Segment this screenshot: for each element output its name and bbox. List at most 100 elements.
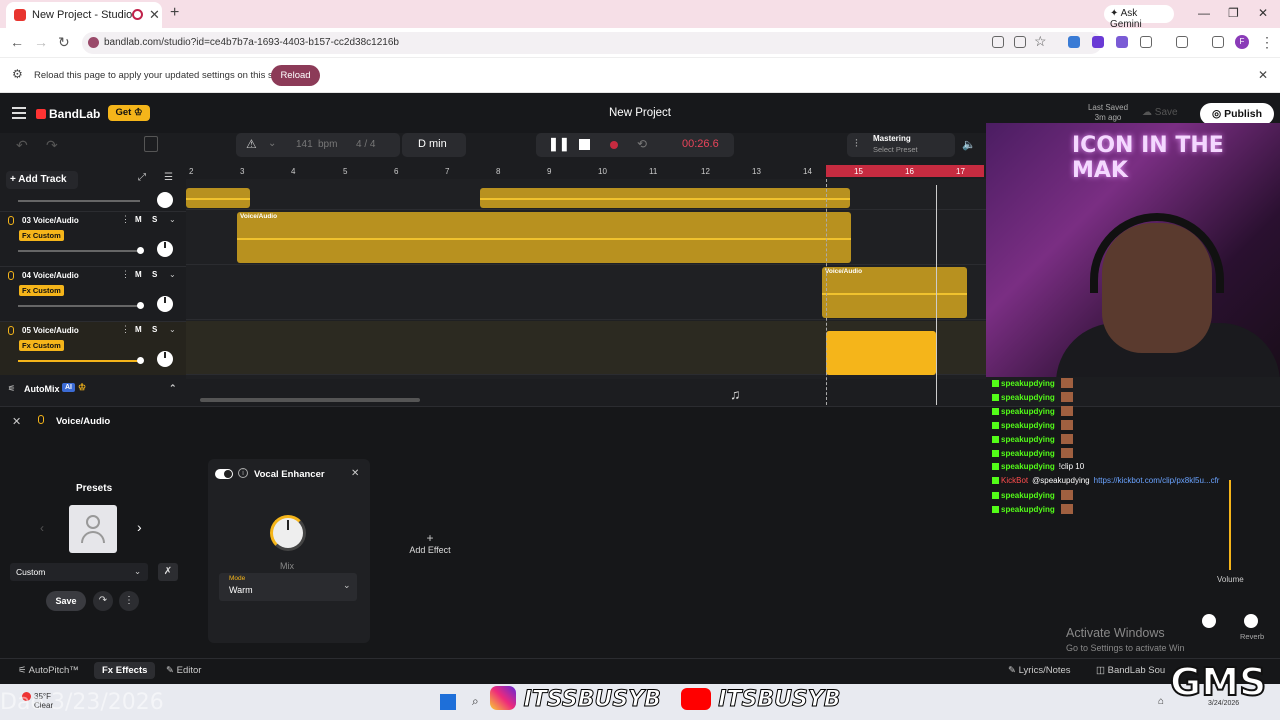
share-icon[interactable]: ↷ [93, 591, 113, 611]
track-name[interactable]: 04 Voice/Audio [22, 271, 79, 280]
extension-p-icon[interactable] [1092, 36, 1104, 48]
playhead[interactable] [936, 185, 937, 405]
hamburger-menu-icon[interactable] [12, 107, 26, 119]
loop-icon[interactable]: ⟲ [637, 137, 647, 151]
preset-select[interactable]: Custom ⌄ [10, 563, 148, 581]
save-preset-button[interactable]: Save [46, 591, 86, 611]
loop-region[interactable]: 15 16 17 [826, 165, 984, 177]
project-title[interactable]: New Project [580, 107, 700, 119]
add-music-icon[interactable]: ♫ [730, 386, 741, 402]
track-03[interactable]: 03 Voice/Audio Fx Custom ⋮ M S ⌄ [0, 211, 186, 265]
stop-icon[interactable] [579, 139, 590, 150]
horizontal-scrollbar[interactable] [200, 398, 420, 402]
pan-knob[interactable] [157, 241, 173, 257]
chevron-down-icon[interactable]: ⌄ [169, 325, 176, 334]
track-name[interactable]: 03 Voice/Audio [22, 216, 79, 225]
solo-button[interactable]: S [152, 325, 157, 334]
track-lanes[interactable]: Voice/Audio Voice/Audio [186, 179, 986, 379]
add-effect-button[interactable]: + Add Effect [400, 531, 460, 555]
audio-clip[interactable]: Voice/Audio [822, 267, 967, 318]
more-options-icon[interactable]: ⋮ [119, 591, 139, 611]
extension-purple-icon[interactable] [1116, 36, 1128, 48]
effect-toggle[interactable] [215, 469, 233, 479]
reverb-knob[interactable] [1202, 614, 1216, 628]
maximize-icon[interactable]: ❐ [1228, 6, 1239, 20]
volume-slider[interactable] [18, 200, 140, 202]
cast-icon[interactable] [1014, 36, 1026, 48]
audio-clip[interactable] [186, 188, 250, 208]
reset-preset-icon[interactable]: ✗ [158, 563, 178, 581]
bandlab-logo[interactable]: BandLab [36, 107, 100, 121]
magic-wand-icon[interactable]: ⤢ [138, 172, 146, 183]
close-infobar-icon[interactable]: ✕ [1258, 68, 1268, 82]
time-signature[interactable]: 4 / 4 [356, 139, 375, 150]
metronome-icon[interactable]: ⚠ [246, 137, 257, 151]
close-panel-icon[interactable]: ✕ [12, 415, 21, 428]
mastering-button[interactable]: ⫶ Mastering Select Preset [847, 133, 955, 157]
volume-slider[interactable] [18, 250, 140, 252]
chevron-down-icon[interactable]: ⌄ [169, 270, 176, 279]
volume-slider-handle[interactable] [137, 357, 144, 364]
fx-badge[interactable]: Fx Custom [19, 285, 64, 296]
fx-badge[interactable]: Fx Custom [19, 340, 64, 351]
tab-search-icon[interactable] [1212, 36, 1224, 48]
fx-badge[interactable]: Fx Custom [19, 230, 64, 241]
automix-row[interactable]: ⚟ AutoMix AI ♔ ⌃ [0, 379, 186, 401]
publish-button[interactable]: ◎ Publish [1200, 103, 1274, 125]
pan-knob[interactable] [157, 192, 173, 208]
tab-bandlab-sounds[interactable]: ◫ BandLab Sou [1096, 665, 1165, 676]
chevron-up-icon[interactable]: ⌃ [169, 383, 177, 394]
mix-knob[interactable] [270, 515, 306, 551]
volume-track[interactable] [1229, 480, 1231, 570]
media-icon[interactable] [1176, 36, 1188, 48]
extension-icon[interactable] [992, 36, 1004, 48]
close-window-icon[interactable]: ✕ [1258, 6, 1268, 20]
reverb-knob[interactable] [1244, 614, 1258, 628]
reload-button[interactable]: Reload [271, 65, 320, 86]
chevron-down-icon[interactable]: ⌄ [169, 215, 176, 224]
volume-slider[interactable] [18, 305, 140, 307]
chevron-right-icon[interactable]: › [137, 519, 142, 535]
track-04[interactable]: 04 Voice/Audio Fx Custom ⋮ M S ⌄ [0, 266, 186, 320]
volume-slider-handle[interactable] [137, 247, 144, 254]
track-more-icon[interactable]: ⋮ [121, 269, 130, 280]
profile-avatar[interactable]: F [1235, 35, 1249, 49]
track-more-icon[interactable]: ⋮ [121, 324, 130, 335]
record-icon[interactable] [610, 141, 618, 149]
close-tab-icon[interactable]: ✕ [149, 7, 160, 23]
volume-slider-handle[interactable] [137, 302, 144, 309]
recording-clip[interactable] [826, 331, 936, 375]
mixer-icon[interactable] [144, 136, 158, 152]
solo-button[interactable]: S [152, 270, 157, 279]
extensions-puzzle-icon[interactable] [1140, 36, 1152, 48]
windows-start-icon[interactable] [440, 694, 456, 710]
tab-lyrics[interactable]: ✎ Lyrics/Notes [1008, 665, 1071, 676]
ask-gemini-button[interactable]: ✦ Ask Gemini [1104, 5, 1174, 30]
master-volume[interactable]: Volume [1215, 480, 1245, 590]
preset-thumbnail[interactable] [69, 505, 117, 553]
pan-knob[interactable] [157, 296, 173, 312]
audio-clip[interactable] [480, 188, 850, 208]
mute-button[interactable]: M [135, 325, 142, 334]
speaker-icon[interactable]: 🔈 [962, 138, 976, 151]
back-icon[interactable]: ← [10, 34, 24, 50]
redo-icon[interactable]: ↷ [46, 137, 58, 154]
url-field[interactable]: bandlab.com/studio?id=ce4b7b7a-1693-4403… [82, 32, 1102, 54]
get-membership-button[interactable]: Get ♔ [108, 105, 150, 121]
chrome-menu-icon[interactable]: ⋮ [1260, 34, 1274, 51]
track-settings-icon[interactable]: ☰ [164, 172, 173, 183]
reload-icon[interactable]: ↻ [58, 34, 70, 51]
bpm-value[interactable]: 141 [296, 139, 313, 150]
chevron-left-icon[interactable]: ‹ [40, 521, 44, 535]
metronome-dropdown-icon[interactable]: ⌄ [268, 138, 276, 149]
new-tab-button[interactable]: + [170, 4, 179, 22]
search-icon[interactable]: ⌕ [472, 694, 479, 709]
mute-button[interactable]: M [135, 215, 142, 224]
track-05[interactable]: 05 Voice/Audio Fx Custom ⋮ M S ⌄ [0, 321, 186, 375]
forward-icon[interactable]: → [34, 34, 48, 50]
network-icon[interactable]: ⌂ [1158, 696, 1164, 707]
remove-effect-icon[interactable]: ✕ [351, 468, 359, 479]
tab-editor[interactable]: ✎ Editor [166, 665, 201, 676]
pan-knob[interactable] [157, 351, 173, 367]
audio-clip[interactable]: Voice/Audio [237, 212, 851, 263]
